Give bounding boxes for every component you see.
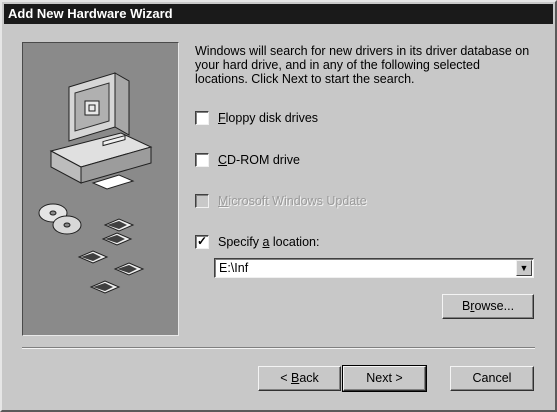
- wizard-window: Add New Hardware Wizard Windows will sea…: [0, 0, 557, 412]
- location-combobox[interactable]: E:\Inf ▼: [214, 258, 534, 278]
- wizard-illustration: [22, 42, 179, 336]
- cdrom-checkbox[interactable]: [195, 153, 209, 167]
- floppy-label: Floppy disk drives: [218, 111, 319, 125]
- specify-location-checkbox[interactable]: ✓: [195, 235, 209, 249]
- dropdown-arrow-icon[interactable]: ▼: [516, 260, 532, 276]
- computer-with-discs-icon: [38, 72, 153, 294]
- windows-update-checkbox: [195, 194, 209, 208]
- instructions-text: Windows will search for new drivers in i…: [195, 44, 530, 86]
- checkmark-icon: ✓: [196, 234, 208, 248]
- cdrom-label: CD-ROM drive: [218, 153, 300, 167]
- cdrom-option[interactable]: CD-ROM drive: [195, 152, 300, 168]
- next-button[interactable]: Next >: [342, 365, 427, 392]
- floppy-option[interactable]: Floppy disk drives: [195, 110, 318, 126]
- location-input[interactable]: E:\Inf: [219, 261, 248, 275]
- floppy-checkbox[interactable]: [195, 111, 209, 125]
- specify-location-option[interactable]: ✓ Specify a location:: [195, 234, 319, 250]
- specify-location-label: Specify a location:: [218, 235, 320, 249]
- windows-update-label: Microsoft Windows Update: [218, 194, 367, 208]
- title-bar[interactable]: Add New Hardware Wizard: [4, 4, 553, 24]
- window-title: Add New Hardware Wizard: [8, 6, 173, 21]
- footer-separator: [22, 347, 535, 349]
- browse-button[interactable]: Browse...: [442, 294, 534, 319]
- back-button[interactable]: < Back: [258, 366, 341, 391]
- windows-update-option: Microsoft Windows Update: [195, 193, 367, 209]
- cancel-button[interactable]: Cancel: [450, 366, 534, 391]
